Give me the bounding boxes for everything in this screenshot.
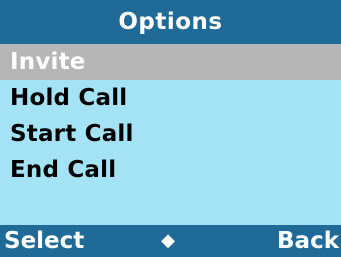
menu-item-end-call[interactable]: End Call (0, 152, 341, 188)
select-softkey[interactable]: Select (4, 225, 84, 257)
menu-item-start-call[interactable]: Start Call (0, 116, 341, 152)
options-menu: Invite Hold Call Start Call End Call (0, 44, 341, 212)
menu-item-invite[interactable]: Invite (0, 44, 341, 80)
options-screen: Options Invite Hold Call Start Call End … (0, 0, 341, 257)
page-title: Options (0, 0, 341, 44)
up-down-arrows-icon: ◆ (161, 230, 175, 251)
softkey-bar: Select ◆ Back (0, 225, 341, 257)
menu-item-hold-call[interactable]: Hold Call (0, 80, 341, 116)
back-softkey[interactable]: Back (277, 225, 339, 257)
